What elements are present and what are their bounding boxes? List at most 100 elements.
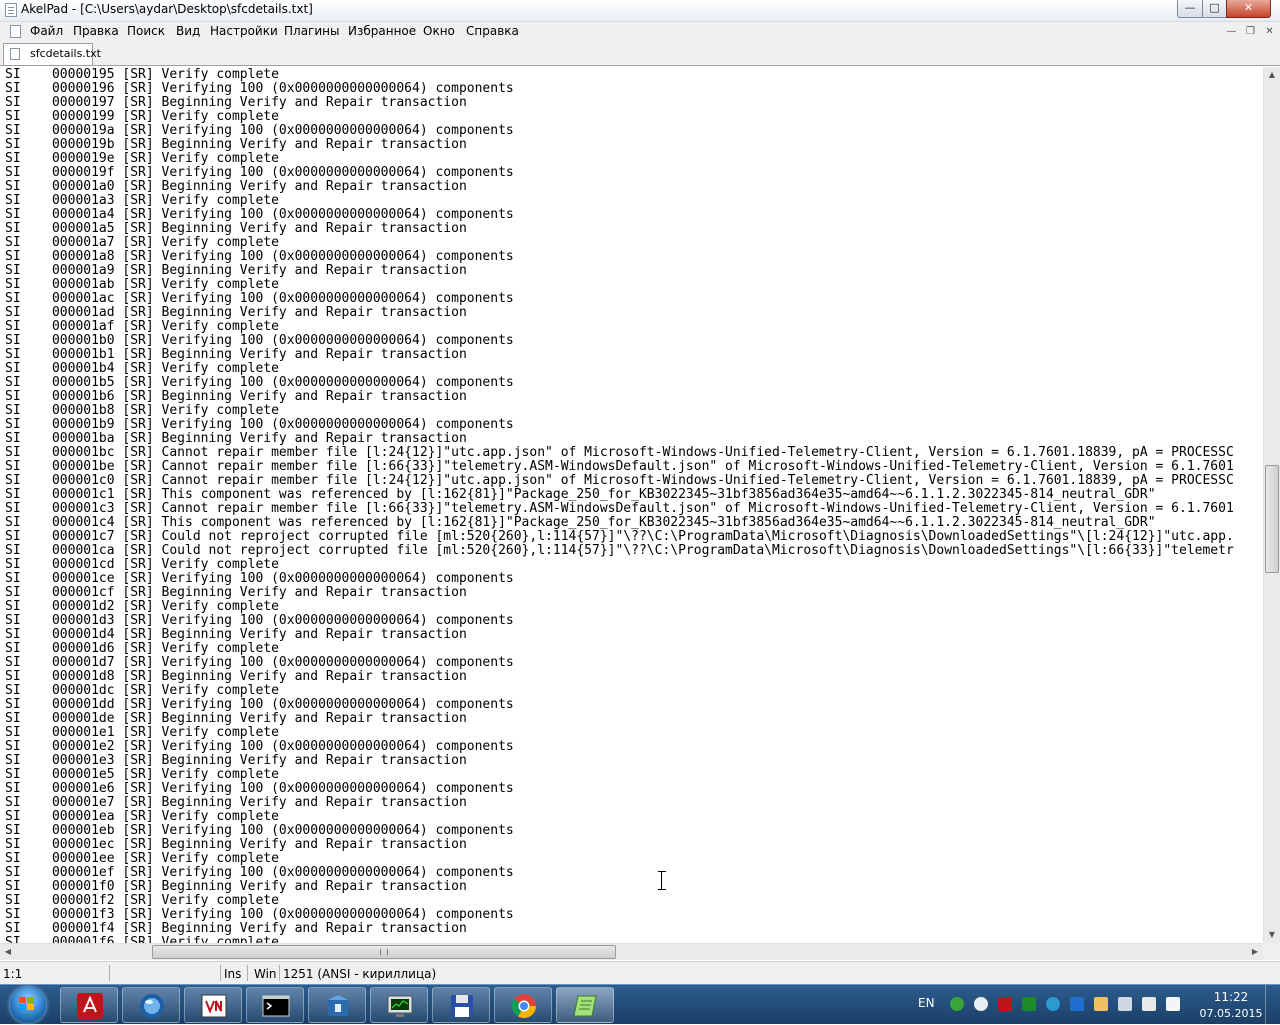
text-line: SI 000001b5 [SR] Verifying 100 (0x000000… [5,375,514,390]
text-line: SI 000001f2 [SR] Verify complete [5,893,279,908]
text-line: SI 00000197 [SR] Beginning Verify and Re… [5,95,467,110]
volume-icon[interactable] [1118,997,1132,1011]
menu-window[interactable]: Окно [423,24,455,38]
horizontal-scrollbar[interactable]: ◀ ▶ [0,943,1263,960]
text-line: SI 000001c7 [SR] Could not reproject cor… [5,529,1234,544]
taskbar-floppy-app[interactable] [432,987,490,1023]
text-line: SI 000001f6 [SR] Verify complete [5,935,279,944]
status-codepage[interactable]: 1251 (ANSI - кириллица) [283,967,436,981]
tab-sfcdetails[interactable]: sfcdetails.txt [3,43,101,65]
text-line: SI 000001e7 [SR] Beginning Verify and Re… [5,795,467,810]
taskbar-command-prompt[interactable] [246,987,304,1023]
e-browser-icon[interactable] [1046,997,1060,1011]
tab-label: sfcdetails.txt [30,47,101,60]
clock-date[interactable]: 07.05.2015 [1198,1007,1264,1020]
scroll-up-arrow-icon[interactable]: ▲ [1264,67,1280,83]
text-line: SI 000001de [SR] Beginning Verify and Re… [5,711,467,726]
mdi-close-button[interactable]: ✕ [1262,25,1277,39]
taskbar-akelpad[interactable] [556,987,614,1023]
text-line: SI 000001f0 [SR] Beginning Verify and Re… [5,879,467,894]
language-indicator[interactable]: EN [918,996,935,1010]
en-layout-icon[interactable] [998,997,1012,1011]
teamviewer-icon[interactable] [1070,997,1084,1011]
menu-favorites[interactable]: Избранное [348,24,416,38]
scroll-down-arrow-icon[interactable]: ▼ [1264,927,1280,943]
akelpad-app-icon[interactable] [5,3,17,17]
cloud-icon[interactable] [974,997,988,1011]
windows-flag-icon [19,997,36,1012]
network-icon[interactable] [1142,997,1156,1011]
text-line: SI 000001d7 [SR] Verifying 100 (0x000000… [5,655,514,670]
text-line: SI 000001a3 [SR] Verify complete [5,193,279,208]
status-divider [279,965,280,981]
taskbar-vnc[interactable] [184,987,242,1023]
text-line: SI 000001d6 [SR] Verify complete [5,641,279,656]
text-line: SI 000001e2 [SR] Verifying 100 (0x000000… [5,739,514,754]
taskbar-installer[interactable] [308,987,366,1023]
menu-bar: Файл Правка Поиск Вид Настройки Плагины … [0,22,1280,42]
network-folder-icon[interactable] [1094,997,1108,1011]
text-line: SI 000001d4 [SR] Beginning Verify and Re… [5,627,467,642]
text-line: SI 000001ce [SR] Verifying 100 (0x000000… [5,571,514,586]
text-editor[interactable]: SI 00000195 [SR] Verify complete SI 00000… [0,67,1263,943]
text-line: SI 000001ef [SR] Verifying 100 (0x000000… [5,865,514,880]
text-line: SI 000001bc [SR] Cannot repair member fi… [5,445,1234,460]
installer-box-icon [328,995,348,1016]
window-title: AkelPad - [C:\Users\aydar\Desktop\sfcdet… [21,2,313,16]
text-line: SI 000001b6 [SR] Beginning Verify and Re… [5,389,467,404]
vertical-scroll-thumb[interactable] [1265,465,1279,573]
text-line: SI 000001a8 [SR] Verifying 100 (0x000000… [5,249,514,264]
menu-plugins[interactable]: Плагины [284,24,339,38]
text-line: SI 000001e1 [SR] Verify complete [5,725,279,740]
vertical-scrollbar[interactable]: ▲ ▼ [1263,67,1280,943]
text-line: SI 000001d2 [SR] Verify complete [5,599,279,614]
menu-search[interactable]: Поиск [127,24,165,38]
text-line: SI 000001ea [SR] Verify complete [5,809,279,824]
text-line: SI 000001b4 [SR] Verify complete [5,361,279,376]
mdi-minimize-button[interactable]: — [1224,25,1239,39]
status-divider [220,965,221,981]
title-bar[interactable]: AkelPad - [C:\Users\aydar\Desktop\sfcdet… [0,0,1280,22]
text-line: SI 000001ca [SR] Could not reproject cor… [5,543,1234,558]
scrollbar-corner [1263,943,1280,960]
text-line: SI 000001b0 [SR] Verifying 100 (0x000000… [5,333,514,348]
text-line: SI 000001e5 [SR] Verify complete [5,767,279,782]
taskbar: EN 11:22 07.05.2015 [0,984,1280,1025]
vnc-icon [201,994,227,1018]
taskbar-globe-app[interactable] [122,987,180,1023]
floppy-disk-icon [451,995,473,1017]
text-line: SI 000001ad [SR] Beginning Verify and Re… [5,305,467,320]
horizontal-scroll-thumb[interactable] [152,945,616,959]
taskbar-adobe-reader[interactable] [60,987,118,1023]
status-insert-mode[interactable]: Ins [224,967,241,981]
security-check-icon[interactable] [950,997,964,1011]
menu-help[interactable]: Справка [466,24,519,38]
status-newline[interactable]: Win [254,967,277,981]
action-center-flag-icon[interactable] [1166,997,1180,1011]
taskbar-task-manager[interactable] [370,987,428,1023]
text-line: SI 000001e3 [SR] Beginning Verify and Re… [5,753,467,768]
grip-icon [380,949,388,955]
text-line: SI 000001ec [SR] Beginning Verify and Re… [5,837,467,852]
show-desktop-button[interactable] [1265,985,1280,1025]
text-line: SI 000001f4 [SR] Beginning Verify and Re… [5,921,467,936]
taskbar-chrome[interactable] [494,987,552,1023]
maximize-button[interactable]: □ [1202,0,1227,18]
text-line: SI 000001dc [SR] Verify complete [5,683,279,698]
start-button[interactable] [2,986,56,1024]
scroll-left-arrow-icon[interactable]: ◀ [0,944,16,960]
menu-view[interactable]: Вид [176,24,200,38]
minimize-button[interactable]: — [1177,0,1203,18]
close-button[interactable]: ✕ [1226,0,1271,18]
status-divider [109,965,110,981]
mdi-restore-button[interactable]: ❐ [1243,25,1258,39]
document-icon[interactable] [10,25,21,38]
chrome-icon [511,994,536,1019]
menu-edit[interactable]: Правка [73,24,119,38]
menu-file[interactable]: Файл [30,24,63,38]
green-app-icon[interactable] [1022,997,1036,1011]
text-line: SI 000001c1 [SR] This component was refe… [5,487,1156,502]
menu-settings[interactable]: Настройки [210,24,278,38]
scroll-right-arrow-icon[interactable]: ▶ [1247,944,1263,960]
clock-time[interactable]: 11:22 [1208,990,1254,1004]
